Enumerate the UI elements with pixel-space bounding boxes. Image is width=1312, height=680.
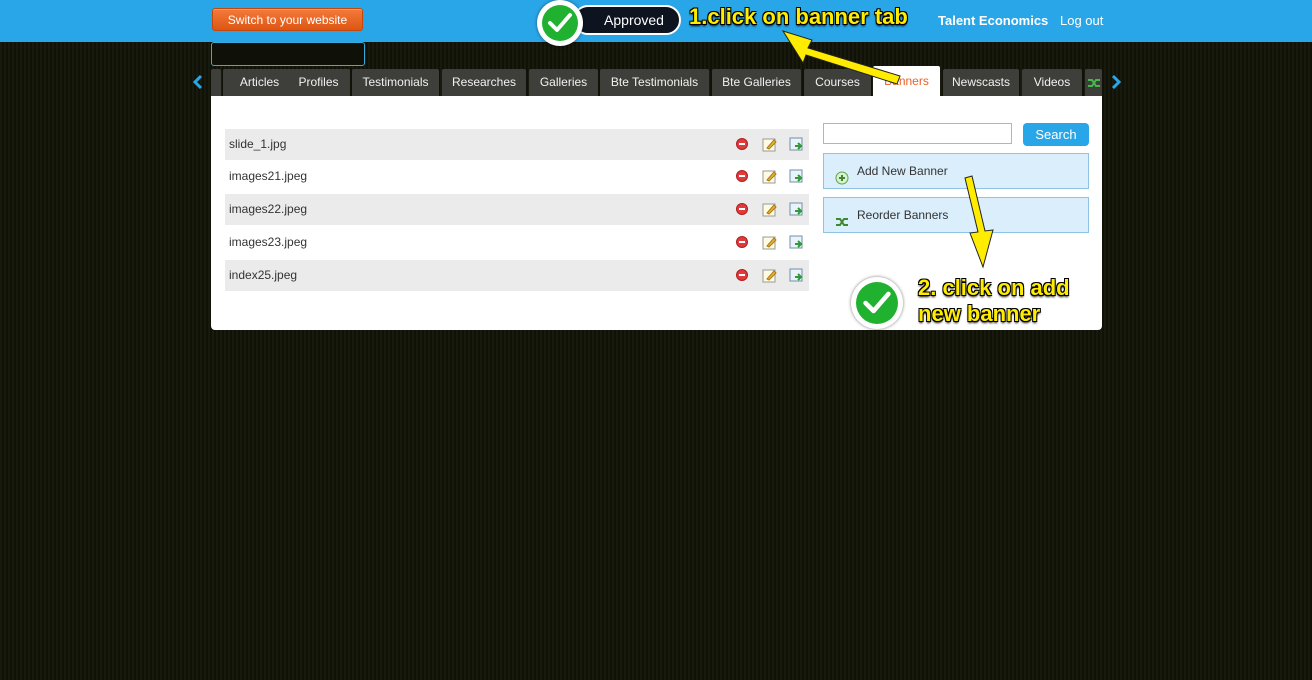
tab-bte-testimonials[interactable]: Bte Testimonials	[600, 69, 709, 96]
table-row: index25.jpeg	[225, 260, 809, 291]
add-new-banner-button[interactable]: Add New Banner	[823, 153, 1089, 189]
banner-filename: images23.jpeg	[229, 235, 308, 249]
edit-icon[interactable]	[762, 234, 778, 250]
move-icon[interactable]	[789, 168, 805, 184]
tab-testimonials[interactable]: Testimonials	[352, 69, 439, 96]
logout-link[interactable]: Log out	[1060, 13, 1103, 28]
add-icon	[835, 164, 849, 198]
tabs-scroll-right-icon[interactable]	[1110, 74, 1122, 90]
banner-filename: images21.jpeg	[229, 169, 308, 183]
tabs-bar: Articles Profiles Testimonials Researche…	[211, 66, 1102, 96]
reorder-banners-label: Reorder Banners	[857, 208, 949, 222]
search-button[interactable]: Search	[1023, 123, 1089, 146]
approved-label: Approved	[573, 5, 681, 35]
banner-filename: images22.jpeg	[229, 202, 308, 216]
reorder-banners-button[interactable]: Reorder Banners	[823, 197, 1089, 233]
checkmark-icon	[537, 0, 583, 46]
edit-icon[interactable]	[762, 267, 778, 283]
move-icon[interactable]	[789, 136, 805, 152]
switch-to-website-button[interactable]: Switch to your website	[212, 8, 363, 31]
tab-bte-galleries[interactable]: Bte Galleries	[712, 69, 801, 96]
delete-icon[interactable]	[735, 201, 751, 217]
annotation-step2-line2: new banner	[918, 301, 1041, 326]
move-icon[interactable]	[789, 234, 805, 250]
user-name-link[interactable]: Talent Economics	[938, 13, 1048, 28]
add-new-banner-label: Add New Banner	[857, 164, 948, 178]
tab-courses[interactable]: Courses	[804, 69, 871, 96]
table-row: images21.jpeg	[225, 161, 809, 192]
annotation-step2-line1: 2. click on add	[918, 275, 1070, 300]
shuffle-icon	[1088, 79, 1100, 87]
table-row: slide_1.jpg	[225, 129, 809, 160]
move-icon[interactable]	[789, 267, 805, 283]
tabs-scroll-left-icon[interactable]	[192, 74, 204, 90]
tab-researches[interactable]: Researches	[442, 69, 526, 96]
table-row: images23.jpeg	[225, 227, 809, 258]
annotation-step1: 1.click on banner tab	[689, 4, 908, 29]
banner-filename: slide_1.jpg	[229, 137, 287, 151]
reorder-icon	[835, 208, 849, 242]
delete-icon[interactable]	[735, 234, 751, 250]
delete-icon[interactable]	[735, 168, 751, 184]
checkmark-icon	[851, 277, 903, 329]
site-selector[interactable]	[211, 42, 365, 66]
search-input[interactable]	[823, 123, 1012, 144]
tab-partial[interactable]	[211, 69, 221, 96]
tab-videos[interactable]: Videos	[1022, 69, 1082, 96]
banner-filename: index25.jpeg	[229, 268, 298, 282]
delete-icon[interactable]	[735, 267, 751, 283]
tab-banners[interactable]: Banners	[873, 66, 940, 96]
edit-icon[interactable]	[762, 201, 778, 217]
approved-badge: Approved	[537, 0, 685, 46]
tab-profiles[interactable]: Profiles	[287, 69, 350, 96]
table-row: images22.jpeg	[225, 194, 809, 225]
tab-shuffle[interactable]	[1085, 69, 1102, 96]
tab-newscasts[interactable]: Newscasts	[943, 69, 1019, 96]
move-icon[interactable]	[789, 201, 805, 217]
tab-galleries[interactable]: Galleries	[529, 69, 598, 96]
edit-icon[interactable]	[762, 168, 778, 184]
delete-icon[interactable]	[735, 136, 751, 152]
tab-articles[interactable]: Articles	[223, 69, 296, 96]
edit-icon[interactable]	[762, 136, 778, 152]
